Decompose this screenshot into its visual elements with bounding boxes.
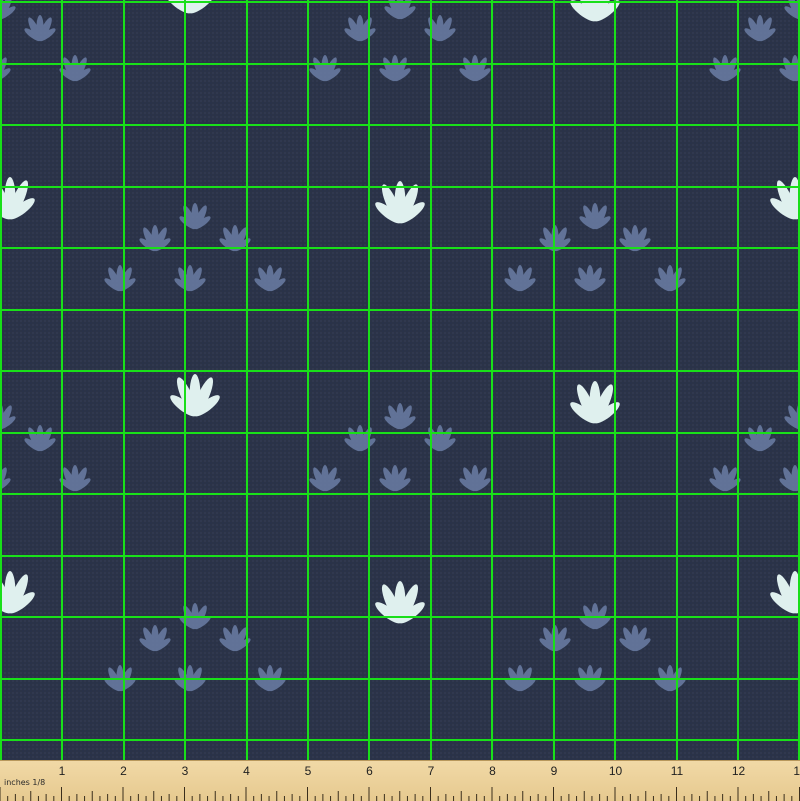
inch-ruler: 12345678910111213 inches 1/8 bbox=[0, 760, 800, 801]
ruler-number: 3 bbox=[181, 764, 189, 778]
ruler-number: 13 bbox=[793, 764, 800, 778]
ruler-number: 2 bbox=[120, 764, 127, 778]
ruler-number: 5 bbox=[304, 764, 312, 778]
fabric-texture bbox=[0, 0, 800, 760]
ruler-number: 8 bbox=[489, 764, 496, 778]
ruler-number: 1 bbox=[58, 764, 66, 778]
ruler-number: 12 bbox=[731, 764, 746, 778]
ruler-caption: inches 1/8 bbox=[4, 778, 46, 787]
ruler-number: 6 bbox=[366, 764, 373, 778]
ruler-number: 4 bbox=[243, 764, 250, 778]
ruler-number: 7 bbox=[427, 764, 435, 778]
ruler-number: 11 bbox=[670, 764, 684, 778]
ruler-number: 9 bbox=[550, 764, 558, 778]
ruler-number: 10 bbox=[608, 764, 623, 778]
fabric-pattern bbox=[0, 0, 800, 760]
